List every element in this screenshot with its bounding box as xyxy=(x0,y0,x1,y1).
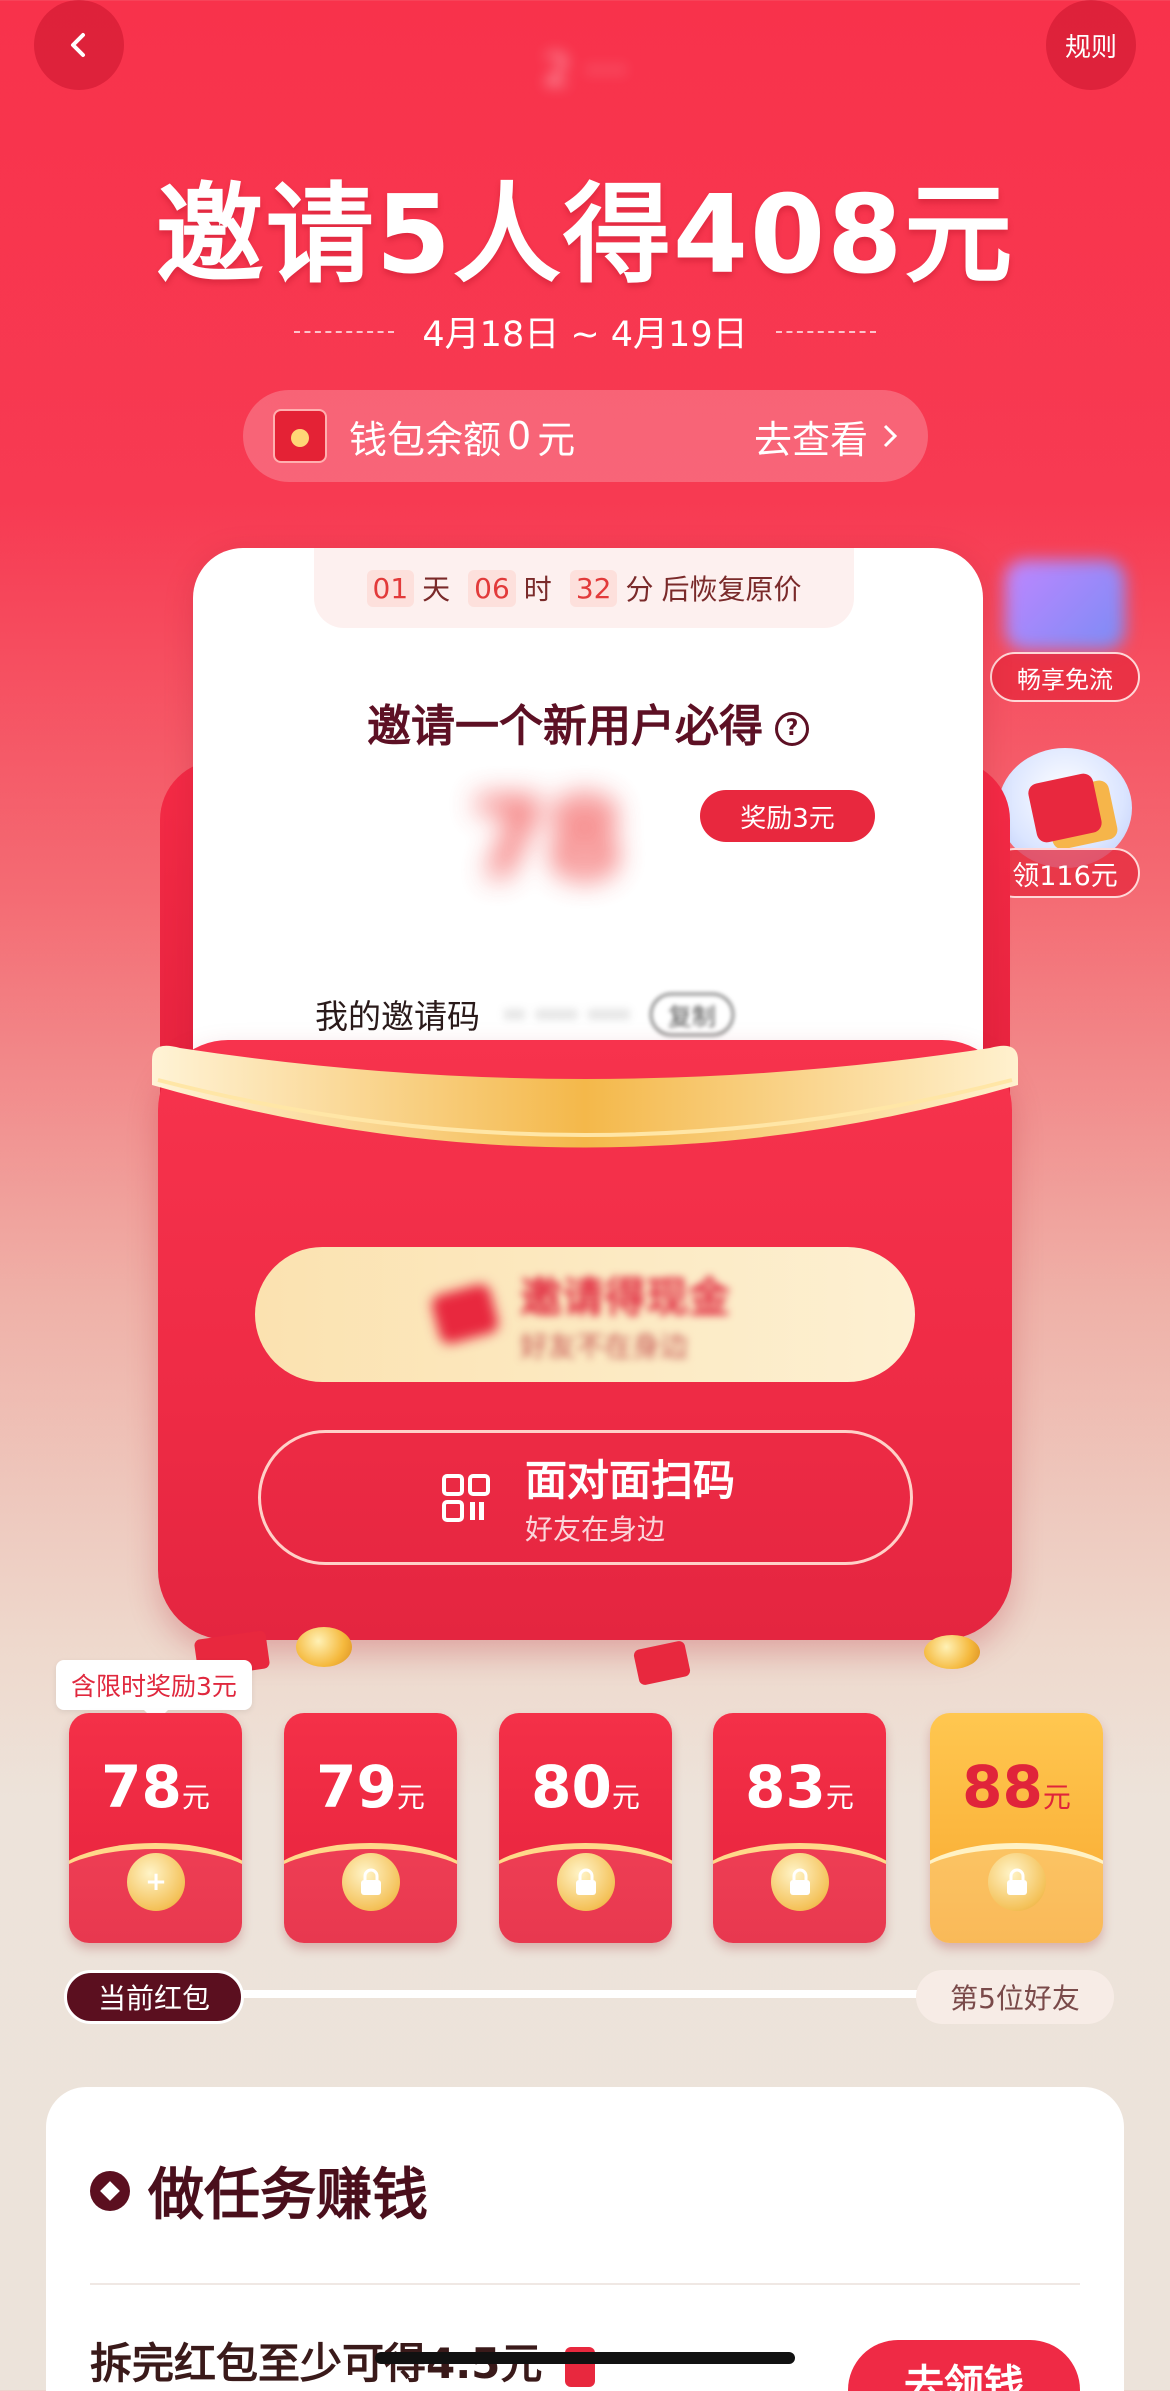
lock-icon xyxy=(988,1853,1046,1911)
home-indicator xyxy=(375,2352,795,2364)
date-range: 4月18日 ~ 4月19日 xyxy=(0,306,1170,357)
tier-amount-value: 83 xyxy=(745,1753,826,1821)
bonus-tooltip: 含限时奖励3元 xyxy=(56,1660,252,1722)
claim-cash-widget[interactable]: 领116元 xyxy=(990,748,1140,908)
back-button[interactable] xyxy=(34,0,124,90)
wallet-balance-bar[interactable]: 钱包余额 0 元 去查看 xyxy=(243,390,928,482)
wallet-label: 钱包余额 xyxy=(349,417,502,462)
reward-tier-4[interactable]: 83元 xyxy=(713,1713,886,1943)
countdown-minutes-unit: 分 xyxy=(625,573,654,606)
reward-badge: 奖励3元 xyxy=(700,790,875,842)
red-packet-icon xyxy=(273,409,327,463)
tier-amount-value: 80 xyxy=(531,1753,612,1821)
reward-badge-text: 奖励3元 xyxy=(740,803,835,834)
diamond-icon xyxy=(90,2170,130,2211)
invite-cash-button[interactable]: 邀请得现金 好友不在身边 xyxy=(255,1247,915,1382)
rules-button[interactable]: 规则 xyxy=(1046,0,1136,90)
plus-icon: + xyxy=(127,1853,185,1911)
invite-cash-text: 邀请得现金 好友不在身边 xyxy=(420,1264,730,1365)
task-section-title-text: 做任务赚钱 xyxy=(148,2163,428,2228)
scan-title: 面对面扫码 xyxy=(525,1456,736,1505)
copy-code-button[interactable]: 复制 xyxy=(649,992,734,1036)
lock-icon xyxy=(771,1853,829,1911)
tier-amount: 79元 xyxy=(284,1753,457,1821)
date-range-text: 4月18日 ~ 4月19日 xyxy=(422,315,748,355)
chevron-right-icon xyxy=(883,424,898,448)
tier-amount-unit: 元 xyxy=(611,1781,640,1814)
free-data-widget[interactable]: 畅享免流 xyxy=(990,560,1140,710)
tier-amount-value: 78 xyxy=(101,1753,182,1821)
reward-tier-5[interactable]: 88元 xyxy=(930,1713,1103,1943)
wallet-balance: 0 xyxy=(507,414,532,458)
current-packet-label: 当前红包 xyxy=(64,1970,244,2024)
divider xyxy=(294,330,395,333)
countdown-days-unit: 天 xyxy=(422,573,451,606)
wallet-view-label: 去查看 xyxy=(753,417,868,462)
lock-icon xyxy=(557,1853,615,1911)
envelope-gold-band xyxy=(152,1045,1018,1148)
tier-amount-unit: 元 xyxy=(181,1781,210,1814)
invite-cash-subtitle: 好友不在身边 xyxy=(520,1330,689,1363)
scan-subtitle: 好友在身边 xyxy=(525,1513,666,1546)
brand-logo: 2 ··· xyxy=(543,45,627,96)
tier-amount: 88元 xyxy=(930,1753,1103,1821)
tier-amount-value: 88 xyxy=(962,1753,1043,1821)
promo-image xyxy=(1005,560,1125,650)
qr-code-icon xyxy=(442,1473,490,1522)
countdown-days: 01 xyxy=(366,569,415,607)
invite-heading-text: 邀请一个新用户必得 xyxy=(367,701,763,752)
task-section-title: 做任务赚钱 xyxy=(90,2150,428,2231)
tier-amount: 78元 xyxy=(69,1753,242,1821)
invite-code-value: ·· ···· ···· xyxy=(504,994,630,1034)
coin-decoration xyxy=(924,1635,980,1669)
chevron-left-icon xyxy=(71,33,85,57)
lock-icon xyxy=(342,1853,400,1911)
invite-amount: 78 xyxy=(470,775,624,903)
reward-tier-3[interactable]: 80元 xyxy=(499,1713,672,1943)
help-icon[interactable]: ? xyxy=(775,712,809,746)
face-to-face-scan-button[interactable]: 面对面扫码 好友在身边 xyxy=(258,1430,913,1565)
reward-tier-2[interactable]: 79元 xyxy=(284,1713,457,1943)
wallet-view-link[interactable]: 去查看 xyxy=(754,409,898,464)
invite-progress-bar xyxy=(200,1990,960,1998)
countdown-hours: 06 xyxy=(468,569,516,607)
invite-code-label: 我的邀请码 xyxy=(315,997,480,1036)
reward-tier-1[interactable]: 78元 + xyxy=(69,1713,242,1943)
wallet-unit: 元 xyxy=(537,417,576,462)
invite-code-row: 我的邀请码 ·· ···· ···· 复制 xyxy=(315,990,734,1038)
invite-heading: 邀请一个新用户必得? xyxy=(193,690,983,754)
coin-decoration xyxy=(296,1627,352,1667)
invite-cash-title: 邀请得现金 xyxy=(520,1273,731,1322)
countdown-minutes: 32 xyxy=(569,569,618,607)
countdown-hours-unit: 时 xyxy=(523,573,552,606)
scan-text: 面对面扫码 好友在身边 xyxy=(525,1447,735,1548)
hero-title: 邀请5人得408元 xyxy=(155,173,1015,298)
tier-amount: 83元 xyxy=(713,1753,886,1821)
red-packet-decoration xyxy=(632,1639,692,1687)
fifth-friend-label: 第5位好友 xyxy=(916,1970,1114,2024)
tier-amount-unit: 元 xyxy=(396,1781,425,1814)
tier-amount-unit: 元 xyxy=(825,1781,854,1814)
free-data-label: 畅享免流 xyxy=(990,652,1140,702)
divider xyxy=(90,2283,1080,2285)
countdown-suffix: 后恢复原价 xyxy=(661,573,802,606)
tier-amount: 80元 xyxy=(499,1753,672,1821)
tier-amount-unit: 元 xyxy=(1042,1781,1071,1814)
claim-money-button[interactable]: 去领钱 xyxy=(848,2340,1080,2391)
divider xyxy=(775,330,876,333)
tier-amount-value: 79 xyxy=(316,1753,397,1821)
claim-cash-label: 领116元 xyxy=(990,848,1140,898)
countdown-timer: 01 天 06 时 32 分 后恢复原价 xyxy=(314,548,854,628)
